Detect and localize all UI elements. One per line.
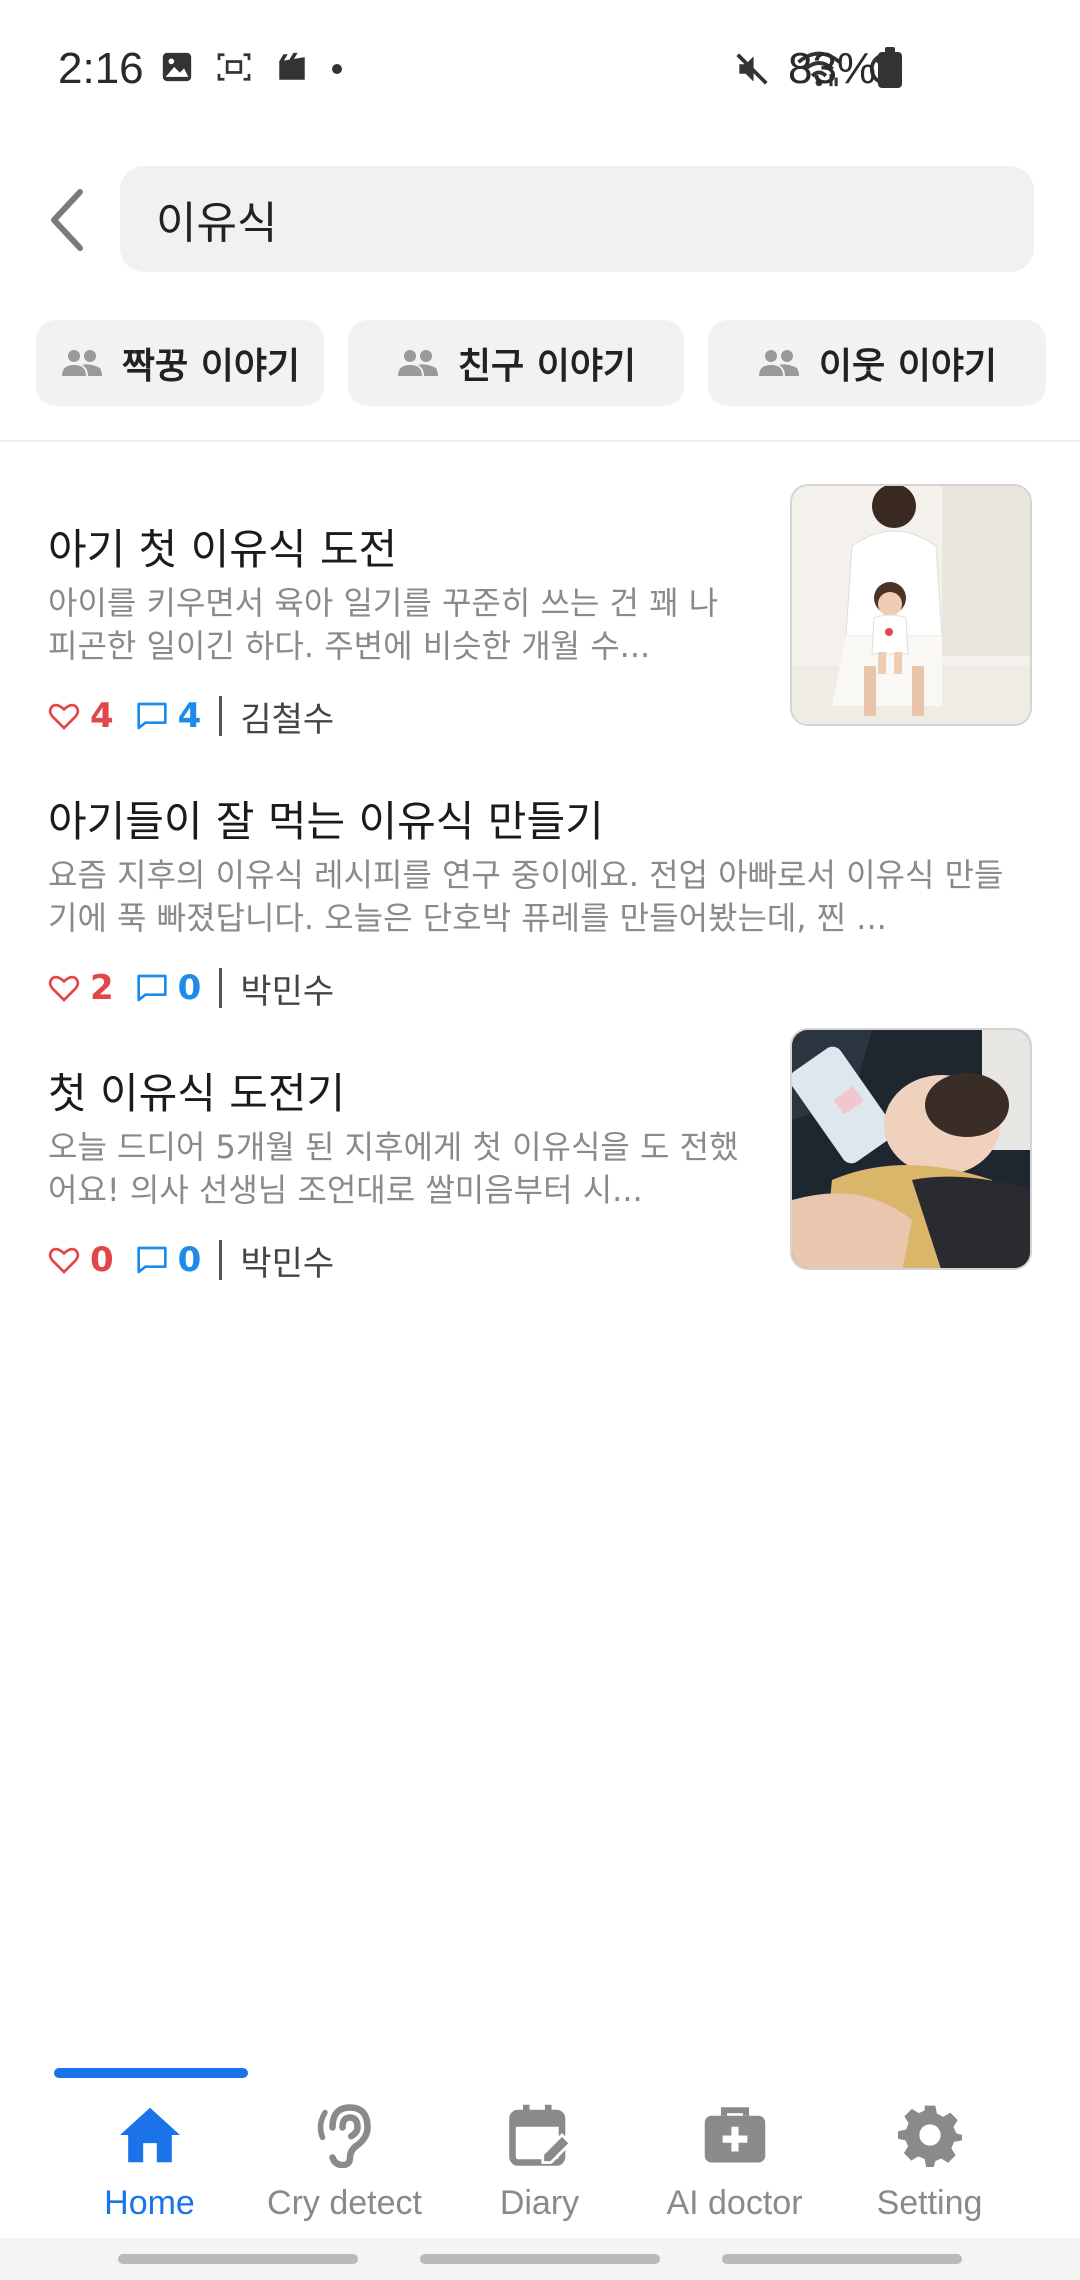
post-excerpt: 오늘 드디어 5개월 된 지후에게 첫 이유식을 도 전했어요! 의사 선생님 … xyxy=(48,1128,739,1209)
post-thumbnail[interactable] xyxy=(790,1028,1032,1270)
nav-ai-doctor[interactable]: AI doctor xyxy=(637,2090,832,2240)
gesture-pill[interactable] xyxy=(118,2254,358,2264)
medical-kit-icon xyxy=(700,2100,770,2170)
image-icon xyxy=(160,50,194,88)
like-count[interactable]: 0 xyxy=(48,1240,114,1280)
status-time: 2:16 xyxy=(58,44,144,93)
chip-friend-story[interactable]: 친구 이야기 xyxy=(348,320,684,406)
status-bar: 2:16 83% xyxy=(0,0,1080,140)
post-author: 박민수 xyxy=(240,1243,335,1284)
mute-icon xyxy=(733,50,771,92)
post-item[interactable]: 첫 이유식 도전기 오늘 드디어 5개월 된 지후에게 첫 이유식을 도 전했어… xyxy=(0,1028,1080,1290)
chip-label: 친구 이야기 xyxy=(457,346,637,387)
comment-count[interactable]: 4 xyxy=(136,696,201,736)
comment-icon xyxy=(137,702,167,730)
back-button[interactable] xyxy=(36,180,96,260)
active-tab-indicator xyxy=(54,2068,248,2078)
home-icon xyxy=(115,2100,185,2170)
battery-percent: 83% xyxy=(788,44,877,93)
chip-label: 이웃 이야기 xyxy=(818,346,998,387)
comment-count[interactable]: 0 xyxy=(136,968,201,1008)
dot-icon xyxy=(332,64,342,74)
chevron-left-icon xyxy=(51,189,83,251)
calendar-edit-icon xyxy=(505,2100,575,2170)
status-notification-icons xyxy=(160,50,342,88)
like-count[interactable]: 2 xyxy=(48,968,114,1008)
post-author: 김철수 xyxy=(240,699,335,740)
heart-icon xyxy=(48,1247,80,1274)
battery-icon xyxy=(878,47,902,88)
comment-icon xyxy=(137,1246,167,1274)
post-item[interactable]: 아기 첫 이유식 도전 아이를 키우면서 육아 일기를 꾸준히 쓰는 건 꽤 나… xyxy=(0,484,1080,746)
category-chips: 짝꿍 이야기 친구 이야기 이웃 이야기 xyxy=(0,320,1080,406)
header-divider xyxy=(0,440,1080,442)
post-meta: 0 0 박민수 xyxy=(48,1238,335,1284)
gesture-pill[interactable] xyxy=(722,2254,962,2264)
bottom-nav: Home Cry detect Diary AI doctor Setting xyxy=(0,2090,1080,2240)
post-excerpt: 아이를 키우면서 육아 일기를 꾸준히 쓰는 건 꽤 나 피곤한 일이긴 하다.… xyxy=(48,584,719,665)
search-input[interactable]: 이유식 xyxy=(120,166,1034,272)
meta-separator xyxy=(219,968,223,1008)
gesture-pill[interactable] xyxy=(420,2254,660,2264)
people-icon xyxy=(60,348,104,378)
heart-icon xyxy=(48,975,80,1002)
chip-label: 짝꿍 이야기 xyxy=(121,346,301,387)
post-meta: 2 0 박민수 xyxy=(48,966,335,1012)
post-meta: 4 4 김철수 xyxy=(48,694,335,740)
post-title: 첫 이유식 도전기 xyxy=(48,1069,346,1118)
chip-partner-story[interactable]: 짝꿍 이야기 xyxy=(36,320,324,406)
post-title: 아기들이 잘 먹는 이유식 만들기 xyxy=(48,797,604,846)
comment-icon xyxy=(137,974,167,1002)
nav-diary[interactable]: Diary xyxy=(442,2090,637,2240)
meta-separator xyxy=(219,1240,223,1280)
post-author: 박민수 xyxy=(240,971,335,1012)
clapper-icon xyxy=(274,50,310,88)
nav-setting[interactable]: Setting xyxy=(832,2090,1027,2240)
nav-home[interactable]: Home xyxy=(52,2090,247,2240)
baby-feeding-photo xyxy=(792,1030,1030,1268)
post-thumbnail[interactable] xyxy=(790,484,1032,726)
chip-neighbor-story[interactable]: 이웃 이야기 xyxy=(708,320,1046,406)
baby-walking-photo xyxy=(792,486,1030,724)
post-item[interactable]: 아기들이 잘 먹는 이유식 만들기 요즘 지후의 이유식 레시피를 연구 중이에… xyxy=(0,788,1080,1018)
people-icon xyxy=(396,348,440,378)
like-count[interactable]: 4 xyxy=(48,696,114,736)
meta-separator xyxy=(219,696,223,736)
ear-icon xyxy=(310,2100,380,2170)
system-gesture-bar xyxy=(0,2238,1080,2280)
people-icon xyxy=(757,348,801,378)
nav-cry-detect[interactable]: Cry detect xyxy=(247,2090,442,2240)
post-excerpt: 요즘 지후의 이유식 레시피를 연구 중이에요. 전업 아빠로서 이유식 만들기… xyxy=(48,856,1004,937)
gear-icon xyxy=(895,2100,965,2170)
comment-count[interactable]: 0 xyxy=(136,1240,201,1280)
post-title: 아기 첫 이유식 도전 xyxy=(48,525,398,574)
screen-capture-icon xyxy=(216,52,252,86)
heart-icon xyxy=(48,703,80,730)
